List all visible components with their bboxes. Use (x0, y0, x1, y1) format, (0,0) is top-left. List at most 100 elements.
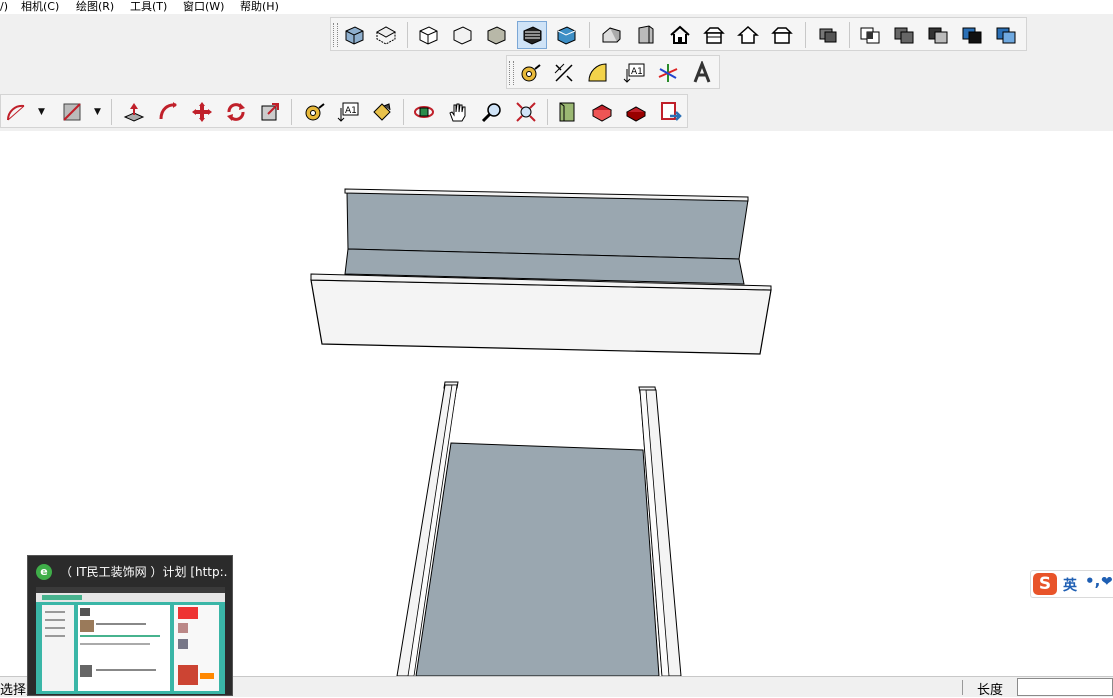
measurements-label: 长度 (977, 683, 1004, 698)
arc-button[interactable] (1, 98, 31, 126)
tape-measure-button-2[interactable] (299, 98, 329, 126)
menu-camera[interactable]: 相机(C) (21, 0, 59, 14)
toolbar-grip[interactable] (333, 23, 338, 47)
house-front-icon (670, 25, 690, 44)
house-flat-icon (771, 27, 793, 44)
follow-me-button[interactable] (153, 98, 183, 126)
3d-text-icon (693, 61, 711, 83)
menu-window[interactable]: 窗口(W) (183, 0, 224, 14)
zoom-extents-icon (516, 102, 536, 122)
menu-help[interactable]: 帮助(H) (240, 0, 279, 14)
top-view-button[interactable] (371, 21, 401, 49)
menu-draw[interactable]: 绘图(R) (76, 0, 114, 14)
front-view-icon (419, 26, 438, 45)
iso-view-icon (345, 26, 364, 45)
extension-warehouse-button[interactable] (587, 98, 617, 126)
dimension-icon (554, 63, 573, 82)
house-iso-icon (602, 27, 621, 43)
shape-dropdown-icon[interactable]: ▼ (94, 107, 101, 117)
layout-send-icon (661, 102, 682, 121)
upper-channel-back-wall (346, 191, 749, 260)
tape-measure-button[interactable] (515, 59, 545, 87)
shaded-view-icon (557, 26, 576, 45)
wireframe-style-button[interactable] (631, 21, 661, 49)
main-toolbar: ▼ ▼ A1 (0, 94, 688, 128)
xray-style-button[interactable] (597, 21, 627, 49)
browser-icon: e (36, 564, 52, 580)
preview-title: （ IT民工装饰网 ）计划 [http:... (60, 565, 228, 579)
text-button[interactable]: A1 (333, 98, 363, 126)
zoom-button[interactable] (477, 98, 507, 126)
trim-button[interactable] (957, 21, 987, 49)
push-pull-button[interactable] (119, 98, 149, 126)
split-button[interactable] (991, 21, 1021, 49)
split-icon (996, 27, 1016, 44)
menu-view[interactable]: /) (0, 0, 8, 14)
axes-button[interactable] (653, 59, 683, 87)
extension-warehouse-icon (591, 104, 613, 122)
trim-icon (962, 27, 982, 44)
shaded-view-button[interactable] (551, 21, 581, 49)
views-styles-toolbar (330, 17, 1027, 51)
left-view-button[interactable] (517, 21, 547, 49)
scale-button[interactable] (255, 98, 285, 126)
scale-icon (261, 103, 279, 121)
shaded-style-button[interactable] (699, 21, 729, 49)
protractor-button[interactable] (583, 59, 613, 87)
tape-measure-icon (521, 64, 541, 82)
zoom-icon (481, 103, 501, 123)
rectangle-button[interactable] (57, 98, 87, 126)
menu-tools[interactable]: 工具(T) (130, 0, 167, 14)
text-label-button[interactable]: A1 (619, 59, 649, 87)
svg-text:A1: A1 (631, 67, 643, 77)
paint-bucket-icon (373, 103, 391, 121)
right-view-icon (453, 26, 472, 45)
front-view-button[interactable] (413, 21, 443, 49)
construction-toolbar: A1 (506, 55, 720, 89)
protractor-icon (588, 63, 607, 82)
house-outline-icon (737, 25, 759, 44)
orbit-icon (414, 106, 434, 118)
ime-punctuation-toggle[interactable]: •, (1085, 572, 1100, 590)
subtract-button[interactable] (923, 21, 953, 49)
hidden-line-style-button[interactable] (665, 21, 695, 49)
top-view-icon (375, 26, 397, 45)
intersect-button[interactable] (855, 21, 885, 49)
right-view-button[interactable] (447, 21, 477, 49)
toolbar-area: A1 ▼ ▼ A1 (0, 14, 1113, 132)
back-view-icon (487, 26, 506, 45)
menu-bar: /) 相机(C) 绘图(R) 工具(T) 窗口(W) 帮助(H) (0, 0, 1113, 14)
dimension-button[interactable] (549, 59, 579, 87)
measurements-input[interactable] (1017, 678, 1113, 696)
arc-icon (6, 104, 25, 121)
textured-style-button[interactable] (733, 21, 763, 49)
layout-send-button[interactable] (655, 98, 685, 126)
lower-channel-floor (415, 442, 660, 676)
outer-shell-button[interactable] (813, 21, 843, 49)
taskbar-preview[interactable]: e （ IT民工装饰网 ）计划 [http:... (27, 555, 233, 696)
monochrome-style-button[interactable] (767, 21, 797, 49)
text-label-icon: A1 (623, 63, 645, 83)
sogou-logo-icon: S (1033, 573, 1057, 595)
paint-bucket-button[interactable] (367, 98, 397, 126)
3d-text-button[interactable] (687, 59, 717, 87)
arc-dropdown-icon[interactable]: ▼ (38, 107, 45, 117)
rotate-button[interactable] (221, 98, 251, 126)
pan-button[interactable] (443, 98, 473, 126)
ime-language-toggle[interactable]: 英 (1063, 575, 1077, 595)
ime-skin-icon[interactable]: ❤ (1101, 574, 1113, 590)
text-label-icon: A1 (337, 102, 359, 122)
share-model-icon (625, 106, 647, 122)
orbit-button[interactable] (409, 98, 439, 126)
back-view-button[interactable] (481, 21, 511, 49)
union-button[interactable] (889, 21, 919, 49)
share-model-button[interactable] (621, 98, 651, 126)
toolbar-grip[interactable] (509, 61, 514, 85)
warehouse-button[interactable] (553, 98, 583, 126)
iso-view-button[interactable] (339, 21, 369, 49)
ime-status-bar[interactable]: S 英 •, ❤ (1030, 570, 1113, 598)
move-button[interactable] (187, 98, 217, 126)
house-roof-icon (703, 27, 725, 44)
follow-me-icon (159, 102, 177, 120)
zoom-extents-button[interactable] (511, 98, 541, 126)
